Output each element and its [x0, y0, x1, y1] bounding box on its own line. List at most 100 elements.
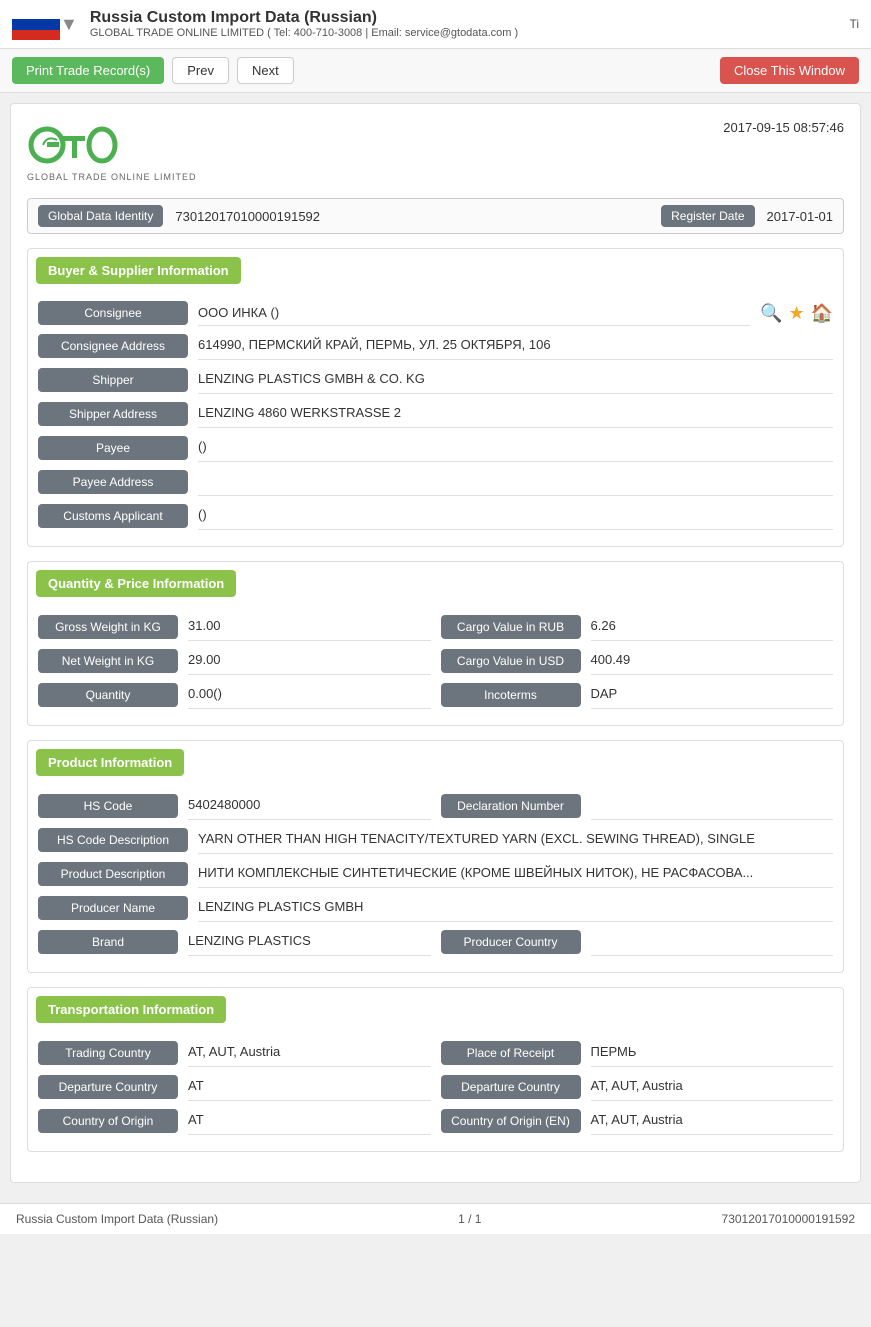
net-weight-field: Net Weight in KG 29.00: [38, 647, 431, 675]
net-weight-cargo-usd-row: Net Weight in KG 29.00 Cargo Value in US…: [38, 647, 833, 675]
departure-country-en-label: Departure Country: [441, 1075, 581, 1099]
country-of-origin-en-label: Country of Origin (EN): [441, 1109, 581, 1133]
payee-label: Payee: [38, 436, 188, 460]
print-button[interactable]: Print Trade Record(s): [12, 57, 164, 84]
flag-dropdown-icon[interactable]: ▼: [60, 14, 78, 35]
star-icon[interactable]: ★: [788, 303, 804, 324]
trading-country-value: AT, AUT, Austria: [188, 1039, 431, 1067]
transportation-title: Transportation Information: [36, 996, 226, 1023]
incoterms-value: DAP: [591, 681, 834, 709]
app-title: Russia Custom Import Data (Russian): [90, 9, 850, 27]
producer-name-row: Producer Name LENZING PLASTICS GMBH: [38, 894, 833, 922]
header-title-area: Russia Custom Import Data (Russian) GLOB…: [90, 9, 850, 39]
identity-row: Global Data Identity 7301201701000019159…: [27, 198, 844, 234]
producer-country-value: [591, 928, 834, 956]
brand-value: LENZING PLASTICS: [188, 928, 431, 956]
search-icon[interactable]: 🔍: [760, 303, 782, 324]
place-of-receipt-label: Place of Receipt: [441, 1041, 581, 1065]
logo-area: GLOBAL TRADE ONLINE LIMITED: [27, 120, 197, 182]
departure-country-value: AT: [188, 1073, 431, 1101]
shipper-address-row: Shipper Address LENZING 4860 WERKSTRASSE…: [38, 400, 833, 428]
consignee-address-label: Consignee Address: [38, 334, 188, 358]
product-desc-row: Product Description НИТИ КОМПЛЕКСНЫЕ СИН…: [38, 860, 833, 888]
product-body: HS Code 5402480000 Declaration Number HS…: [28, 784, 843, 972]
producer-country-field: Producer Country: [441, 928, 834, 956]
quantity-incoterms-row: Quantity 0.00() Incoterms DAP: [38, 681, 833, 709]
shipper-label: Shipper: [38, 368, 188, 392]
payee-address-label: Payee Address: [38, 470, 188, 494]
hs-code-value: 5402480000: [188, 792, 431, 820]
departure-country-label: Departure Country: [38, 1075, 178, 1099]
footer-left: Russia Custom Import Data (Russian): [16, 1212, 218, 1226]
register-date-value: 2017-01-01: [767, 209, 834, 224]
buyer-supplier-body: Consignee ООО ИНКА () 🔍 ★ 🏠 Consignee Ad…: [28, 292, 843, 546]
gto-logo: [27, 120, 137, 170]
page-footer: Russia Custom Import Data (Russian) 1 / …: [0, 1203, 871, 1234]
quantity-price-body: Gross Weight in KG 31.00 Cargo Value in …: [28, 605, 843, 725]
country-of-origin-en-field: Country of Origin (EN) AT, AUT, Austria: [441, 1107, 834, 1135]
customs-applicant-row: Customs Applicant (): [38, 502, 833, 530]
incoterms-label: Incoterms: [441, 683, 581, 707]
producer-country-label: Producer Country: [441, 930, 581, 954]
transportation-section: Transportation Information Trading Count…: [27, 987, 844, 1152]
net-weight-label: Net Weight in KG: [38, 649, 178, 673]
payee-address-row: Payee Address: [38, 468, 833, 496]
home-icon[interactable]: 🏠: [811, 303, 833, 324]
country-of-origin-field: Country of Origin AT: [38, 1107, 431, 1135]
cargo-usd-label: Cargo Value in USD: [441, 649, 581, 673]
customs-applicant-label: Customs Applicant: [38, 504, 188, 528]
quantity-price-section: Quantity & Price Information Gross Weigh…: [27, 561, 844, 726]
cargo-rub-label: Cargo Value in RUB: [441, 615, 581, 639]
hs-code-field: HS Code 5402480000: [38, 792, 431, 820]
gross-weight-field: Gross Weight in KG 31.00: [38, 613, 431, 641]
consignee-icons: 🔍 ★ 🏠: [760, 303, 833, 324]
app-header: ▼ Russia Custom Import Data (Russian) GL…: [0, 0, 871, 49]
product-section: Product Information HS Code 5402480000 D…: [27, 740, 844, 973]
payee-address-value: [198, 468, 833, 496]
country-of-origin-row: Country of Origin AT Country of Origin (…: [38, 1107, 833, 1135]
buyer-supplier-section: Buyer & Supplier Information Consignee О…: [27, 248, 844, 547]
brand-field: Brand LENZING PLASTICS: [38, 928, 431, 956]
place-of-receipt-field: Place of Receipt ПЕРМЬ: [441, 1039, 834, 1067]
transportation-body: Trading Country AT, AUT, Austria Place o…: [28, 1031, 843, 1151]
cargo-usd-value: 400.49: [591, 647, 834, 675]
shipper-address-value: LENZING 4860 WERKSTRASSE 2: [198, 400, 833, 428]
trading-country-field: Trading Country AT, AUT, Austria: [38, 1039, 431, 1067]
departure-country-en-field: Departure Country AT, AUT, Austria: [441, 1073, 834, 1101]
gross-weight-label: Gross Weight in KG: [38, 615, 178, 639]
close-button[interactable]: Close This Window: [720, 57, 859, 84]
toolbar: Print Trade Record(s) Prev Next Close Th…: [0, 49, 871, 93]
main-content: GLOBAL TRADE ONLINE LIMITED 2017-09-15 0…: [0, 93, 871, 1203]
consignee-address-row: Consignee Address 614990, ПЕРМСКИЙ КРАЙ,…: [38, 332, 833, 360]
departure-country-field: Departure Country AT: [38, 1073, 431, 1101]
trading-country-label: Trading Country: [38, 1041, 178, 1065]
buyer-supplier-title: Buyer & Supplier Information: [36, 257, 241, 284]
producer-name-label: Producer Name: [38, 896, 188, 920]
register-date-label: Register Date: [661, 205, 754, 227]
consignee-value: ООО ИНКА (): [198, 300, 750, 326]
prev-button[interactable]: Prev: [172, 57, 229, 84]
country-of-origin-label: Country of Origin: [38, 1109, 178, 1133]
incoterms-field: Incoterms DAP: [441, 681, 834, 709]
flag-icon: [12, 8, 60, 40]
shipper-value: LENZING PLASTICS GMBH & CO. KG: [198, 366, 833, 394]
next-button[interactable]: Next: [237, 57, 294, 84]
cargo-usd-field: Cargo Value in USD 400.49: [441, 647, 834, 675]
header-right: Ti: [849, 17, 859, 31]
brand-producer-country-row: Brand LENZING PLASTICS Producer Country: [38, 928, 833, 956]
app-subtitle: GLOBAL TRADE ONLINE LIMITED ( Tel: 400-7…: [90, 27, 850, 39]
departure-country-en-value: AT, AUT, Austria: [591, 1073, 834, 1101]
consignee-row: Consignee ООО ИНКА () 🔍 ★ 🏠: [38, 300, 833, 326]
consignee-address-value: 614990, ПЕРМСКИЙ КРАЙ, ПЕРМЬ, УЛ. 25 ОКТ…: [198, 332, 833, 360]
logo-subtitle: GLOBAL TRADE ONLINE LIMITED: [27, 172, 197, 182]
product-desc-label: Product Description: [38, 862, 188, 886]
country-of-origin-en-value: AT, AUT, Austria: [591, 1107, 834, 1135]
quantity-label: Quantity: [38, 683, 178, 707]
quantity-field: Quantity 0.00(): [38, 681, 431, 709]
footer-right: 73012017010000191592: [722, 1212, 855, 1226]
trading-country-receipt-row: Trading Country AT, AUT, Austria Place o…: [38, 1039, 833, 1067]
global-data-identity-label: Global Data Identity: [38, 205, 163, 227]
producer-name-value: LENZING PLASTICS GMBH: [198, 894, 833, 922]
customs-applicant-value: (): [198, 502, 833, 530]
quantity-value: 0.00(): [188, 681, 431, 709]
